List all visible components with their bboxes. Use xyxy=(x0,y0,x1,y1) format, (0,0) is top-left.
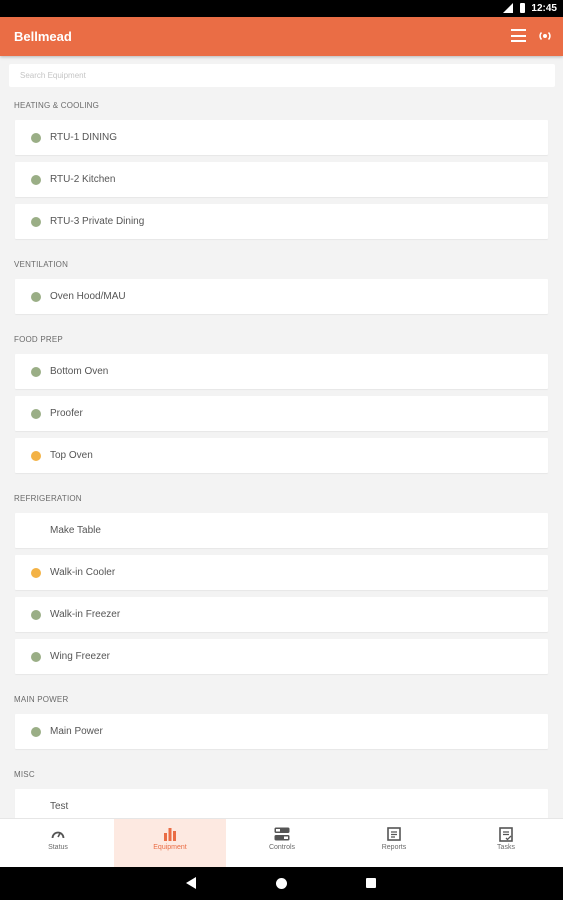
equipment-name: Oven Hood/MAU xyxy=(50,291,126,302)
tab-label: Controls xyxy=(268,844,296,851)
hamburger-menu-icon[interactable] xyxy=(511,29,526,43)
status-bar: 12:45 xyxy=(0,0,563,17)
equipment-row[interactable]: Bottom Oven xyxy=(15,354,548,389)
equipment-row[interactable]: Walk-in Cooler xyxy=(15,555,548,590)
section-header: MAIN POWER xyxy=(14,695,69,704)
app-title: Bellmead xyxy=(14,29,72,44)
status-dot-icon xyxy=(31,367,41,377)
tab-status[interactable]: Status xyxy=(2,819,114,867)
status-dot-icon xyxy=(31,409,41,419)
status-dot-icon xyxy=(31,175,41,185)
tab-label: Equipment xyxy=(153,844,187,851)
equipment-row[interactable]: Walk-in Freezer xyxy=(15,597,548,632)
equipment-row[interactable]: Oven Hood/MAU xyxy=(15,279,548,314)
status-dot-icon xyxy=(31,292,41,302)
status-dot-icon xyxy=(31,451,41,461)
system-navigation-bar xyxy=(0,867,563,900)
equipment-row[interactable]: RTU-3 Private Dining xyxy=(15,204,548,239)
tab-label: Reports xyxy=(381,844,407,851)
tab-label: Status xyxy=(48,844,68,851)
clock: 12:45 xyxy=(531,3,557,14)
tab-label: Tasks xyxy=(497,844,515,851)
battery-icon xyxy=(520,3,525,13)
equipment-name: Top Oven xyxy=(50,450,93,461)
equipment-row[interactable]: Proofer xyxy=(15,396,548,431)
equipment-row[interactable]: RTU-2 Kitchen xyxy=(15,162,548,197)
equipment-name: RTU-1 DINING xyxy=(50,132,118,143)
status-dot-icon xyxy=(31,217,41,227)
signal-icon xyxy=(503,3,513,13)
equipment-name: Walk-in Cooler xyxy=(50,567,116,578)
equipment-name: Bottom Oven xyxy=(50,366,109,377)
equipment-row[interactable]: Make Table xyxy=(15,513,548,548)
section-header: FOOD PREP xyxy=(14,335,63,344)
search-bar xyxy=(9,64,555,87)
home-icon[interactable] xyxy=(276,878,287,889)
equipment-row[interactable]: Test xyxy=(15,789,548,818)
equipment-row[interactable]: Wing Freezer xyxy=(15,639,548,674)
equipment-name: Proofer xyxy=(50,408,83,419)
equipment-name: Wing Freezer xyxy=(50,651,111,662)
section-header: VENTILATION xyxy=(14,260,69,269)
equipment-name: RTU-3 Private Dining xyxy=(50,216,145,227)
status-dot-icon xyxy=(31,652,41,662)
status-dot-icon xyxy=(31,610,41,620)
sensor-broadcast-icon[interactable] xyxy=(538,29,552,43)
equipment-row[interactable]: RTU-1 DINING xyxy=(15,120,548,155)
section-header: REFRIGERATION xyxy=(14,494,82,503)
equipment-row[interactable]: Main Power xyxy=(15,714,548,749)
status-dot-icon xyxy=(31,133,41,143)
equipment-list: HEATING & COOLING RTU-1 DINING RTU-2 Kitch… xyxy=(0,87,563,818)
equipment-name: Main Power xyxy=(50,726,103,737)
section-header: MISC xyxy=(14,770,35,779)
tab-tasks[interactable]: Tasks xyxy=(450,819,562,867)
tab-equipment[interactable]: Equipment xyxy=(114,819,226,867)
status-dot-icon xyxy=(31,727,41,737)
bottom-navigation: Status Equipment Controls Reports Tasks xyxy=(0,818,563,868)
tab-controls[interactable]: Controls xyxy=(226,819,338,867)
search-input[interactable] xyxy=(9,64,540,87)
equipment-name: Make Table xyxy=(50,525,101,536)
app-bar: Bellmead xyxy=(0,17,563,56)
equipment-name: RTU-2 Kitchen xyxy=(50,174,116,185)
gauge-icon xyxy=(51,827,65,845)
tab-reports[interactable]: Reports xyxy=(338,819,450,867)
back-icon[interactable] xyxy=(186,877,196,889)
section-header: HEATING & COOLING xyxy=(14,101,100,110)
recent-apps-icon[interactable] xyxy=(366,878,376,888)
equipment-name: Walk-in Freezer xyxy=(50,609,121,620)
status-dot-icon xyxy=(31,568,41,578)
equipment-name: Test xyxy=(50,801,69,812)
equipment-row[interactable]: Top Oven xyxy=(15,438,548,473)
